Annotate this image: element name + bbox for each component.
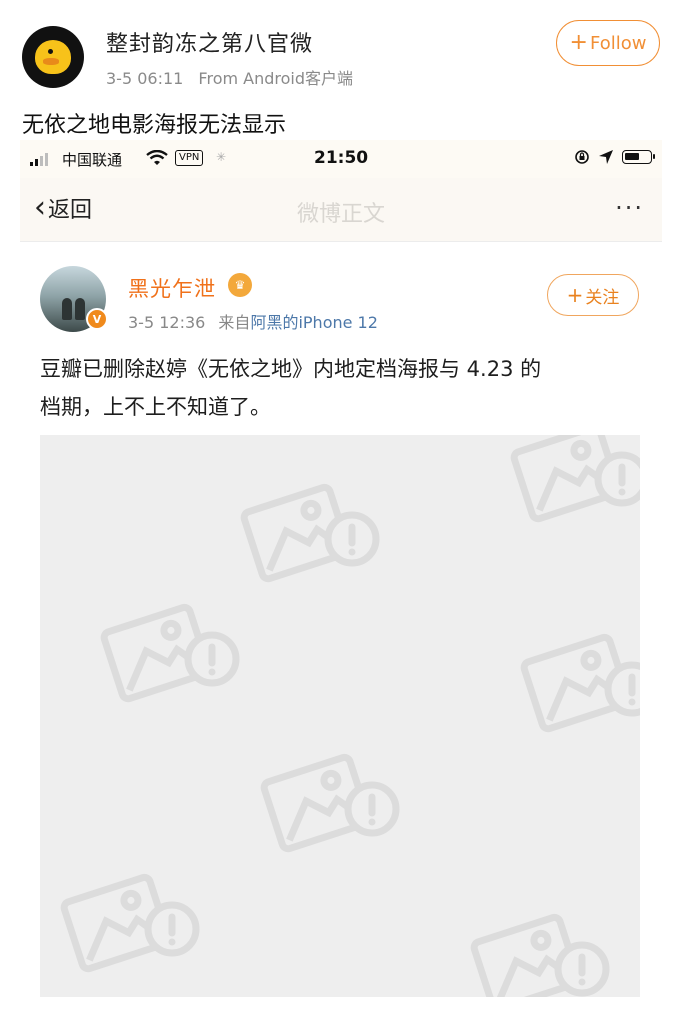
nav-bar: ‹ 返回 微博正文 ··· [20, 178, 662, 242]
plus-icon: + [566, 283, 584, 307]
source-link[interactable]: 阿黑的 [250, 313, 298, 332]
follow-button[interactable]: + Follow [556, 20, 660, 66]
broken-image-icon [100, 603, 240, 703]
location-icon [599, 150, 613, 164]
embedded-screenshot[interactable]: 中国联通 VPN ✳ 21:50 ‹ 返回 微博正文 ··· V 黑光乍泄 ♛ … [20, 140, 662, 1024]
author-meta: 3-5 12:36 来自阿黑的iPhone 12 [128, 309, 378, 333]
broken-image-icon [520, 633, 640, 733]
post-meta: 3-5 06:11 From Android客户端 [106, 65, 353, 89]
embedded-text-line2: 档期，上不上不知道了。 [40, 395, 271, 419]
signal-icon [30, 152, 48, 166]
embedded-text-line1: 豆瓣已删除赵婷《无依之地》内地定档海报与 4.23 的 [40, 357, 542, 381]
more-options-button[interactable]: ··· [615, 194, 644, 222]
carrier-label: 中国联通 [62, 151, 123, 169]
post-header: 整封韵冻之第八官微 3-5 06:11 From Android客户端 + Fo… [0, 0, 681, 100]
source-prefix: 来自 [218, 313, 251, 332]
author-name[interactable]: 黑光乍泄 [128, 273, 216, 303]
plus-icon: + [569, 30, 588, 55]
status-time: 21:50 [314, 148, 369, 168]
follow-label: Follow [589, 32, 647, 54]
account-avatar[interactable] [22, 26, 84, 88]
phone-status-bar: 中国联通 VPN ✳ 21:50 [20, 140, 662, 178]
broken-image-icon [470, 913, 610, 997]
broken-image-icon [510, 435, 640, 523]
verified-badge-icon: V [86, 308, 108, 330]
duck-icon [35, 40, 71, 74]
post-text: 无依之地电影海报无法显示 [22, 113, 287, 138]
source-device[interactable]: iPhone 12 [298, 313, 377, 332]
author-post-time: 3-5 12:36 [128, 313, 206, 332]
wifi-icon [146, 150, 168, 165]
vpn-badge: VPN [175, 150, 204, 166]
orientation-lock-icon [575, 150, 589, 164]
post-source: From Android客户端 [198, 69, 354, 88]
post-time: 3-5 06:11 [106, 69, 184, 88]
broken-image-icon [240, 483, 380, 583]
crown-icon: ♛ [228, 273, 252, 297]
nav-title: 微博正文 [296, 202, 385, 227]
broken-image-placeholder[interactable] [40, 435, 640, 997]
broken-image-icon [60, 873, 200, 973]
author-follow-label: 关注 [585, 287, 620, 308]
battery-icon [622, 150, 655, 164]
broken-image-icon [260, 753, 400, 853]
status-right-icons [574, 149, 655, 165]
loading-icon: ✳ [216, 150, 227, 164]
account-name[interactable]: 整封韵冻之第八官微 [106, 26, 313, 58]
author-follow-button[interactable]: + 关注 [547, 274, 639, 316]
embedded-post-text: 豆瓣已删除赵婷《无依之地》内地定档海报与 4.23 的 档期，上不上不知道了。 [40, 350, 640, 426]
